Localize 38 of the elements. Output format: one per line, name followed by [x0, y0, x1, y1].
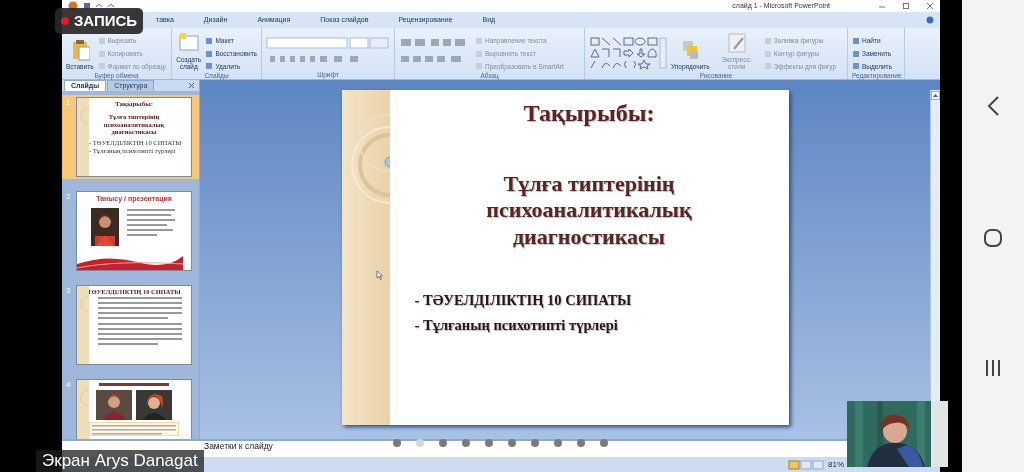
- notes-field[interactable]: Заметки к слайду: [204, 441, 273, 452]
- page-dot[interactable]: [577, 439, 585, 447]
- cursor-icon: [376, 270, 383, 280]
- title-line-drawing: [99, 383, 169, 387]
- page-dot[interactable]: [508, 439, 516, 447]
- slide-heading: Тұлға типтерінің психоаналитикалық диагностикасы: [486, 171, 692, 251]
- stacked-squares-icon: [680, 39, 701, 62]
- slide-icon: [178, 31, 199, 54]
- presenter-label: Экран Arys Danagat: [36, 450, 204, 472]
- home-icon[interactable]: [983, 228, 1003, 248]
- page-dot[interactable]: [485, 439, 493, 447]
- recording-badge: ЗАПИСЬ: [55, 8, 143, 34]
- back-icon[interactable]: [986, 95, 1000, 118]
- page-dot[interactable]: [462, 439, 470, 447]
- close-icon[interactable]: [188, 82, 195, 89]
- page-dot[interactable]: [439, 439, 447, 447]
- maximize-icon[interactable]: [902, 2, 910, 10]
- slide-bullet: - Тұлғаның психотипті түрлері: [414, 315, 619, 335]
- slide-decoration-drawing: [77, 380, 89, 439]
- record-dot-icon: [60, 17, 69, 25]
- page-dot[interactable]: [554, 439, 562, 447]
- zoom-level: 81%: [828, 458, 844, 471]
- page-dot[interactable]: [393, 439, 401, 447]
- scroll-up-button[interactable]: [931, 90, 940, 100]
- slide-number: 4: [66, 379, 72, 391]
- text-lines-drawing: [127, 207, 177, 238]
- recent-apps-icon[interactable]: [984, 358, 1002, 377]
- page-dot[interactable]: [416, 439, 424, 447]
- close-icon[interactable]: [926, 2, 934, 10]
- brush-icon: [726, 31, 747, 54]
- slide-number: 1: [66, 97, 72, 109]
- page-dot[interactable]: [600, 439, 608, 447]
- slide-title: Тақырыбы:: [523, 99, 655, 128]
- page-dot[interactable]: [531, 439, 539, 447]
- slide-number: 3: [66, 285, 72, 297]
- slide-bullet: - ТӘУЕЛДІЛІКТІҢ 10 СИПАТЫ: [414, 291, 632, 311]
- help-icon[interactable]: [926, 16, 934, 24]
- slide-number: 2: [66, 191, 72, 203]
